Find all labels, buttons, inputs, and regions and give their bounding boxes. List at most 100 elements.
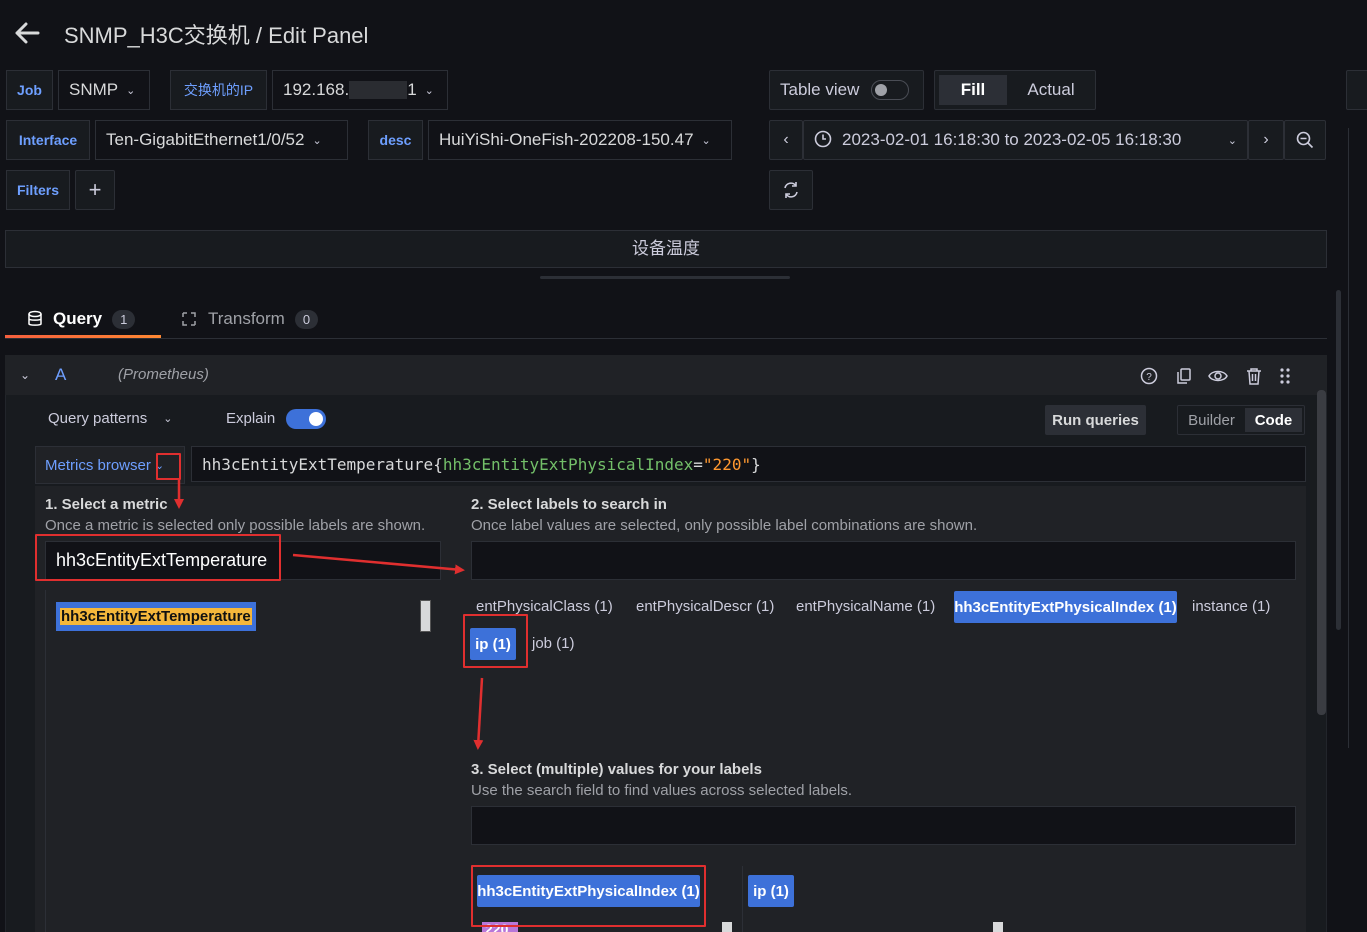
value-item[interactable]: 220 [482, 922, 518, 932]
chevron-down-icon: ⌄ [154, 459, 165, 472]
expr-metric: hh3cEntityExtTemperature [202, 454, 434, 474]
fill-actual-group: Fill Actual [934, 70, 1096, 110]
desc-variable-label: desc [368, 120, 423, 160]
chevron-down-icon: ⌄ [126, 84, 136, 97]
metric-list [45, 590, 441, 932]
code-button[interactable]: Code [1244, 408, 1302, 432]
interface-variable-select[interactable]: Ten-GigabitEthernet1/0/52 ⌄ [95, 120, 348, 160]
metric-search-input[interactable]: hh3cEntityExtTemperature [45, 541, 441, 580]
time-forward-button[interactable]: › [1248, 120, 1284, 160]
ip-variable-tail: 1 [407, 80, 417, 99]
duplicate-icon[interactable] [1173, 365, 1195, 387]
table-view-toggle[interactable]: Table view [769, 70, 924, 110]
ip-variable-label: 交换机的IP [170, 70, 267, 110]
label-search-input[interactable] [471, 541, 1296, 580]
step2-hint: Once label values are selected, only pos… [471, 517, 978, 534]
builder-code-toggle: Builder Code [1177, 405, 1305, 435]
expr-value: "220" [702, 454, 752, 474]
builder-button[interactable]: Builder [1180, 412, 1243, 429]
tab-transform-count: 0 [294, 309, 319, 329]
step1-title: 1. Select a metric [45, 496, 168, 513]
value-item-label: 220 [482, 922, 518, 932]
interface-variable-value: Ten-GigabitEthernet1/0/52 [106, 130, 305, 149]
fill-button[interactable]: Fill [939, 75, 1007, 105]
expr-label: hh3cEntityExtPhysicalIndex [442, 454, 694, 474]
refresh-icon [784, 182, 798, 198]
filters-label: Filters [6, 170, 70, 210]
metric-list-scrollbar[interactable] [420, 600, 431, 632]
help-icon[interactable]: ? [1138, 365, 1160, 387]
metrics-browser-button[interactable]: Metrics browser ⌄ [35, 446, 185, 484]
value-search-input[interactable] [471, 806, 1296, 845]
label-chip-instance[interactable]: instance (1) [1192, 598, 1270, 615]
query-ref-id[interactable]: A [55, 365, 66, 385]
time-range-picker[interactable]: 2023-02-01 16:18:30 to 2023-02-05 16:18:… [803, 120, 1248, 160]
label-chip-hh3centityextphysicalindex[interactable]: hh3cEntityExtPhysicalIndex (1) [954, 591, 1177, 623]
step3-hint: Use the search field to find values acro… [471, 782, 853, 799]
svg-text:?: ? [1146, 372, 1152, 383]
collapse-chevron-icon[interactable]: ⌄ [16, 365, 34, 385]
metric-list-item-label: hh3cEntityExtTemperature [60, 608, 252, 625]
plus-icon: + [88, 177, 102, 202]
chevron-down-icon: ⌄ [424, 84, 434, 97]
label-chip-entphysicalname[interactable]: entPhysicalName (1) [796, 598, 935, 615]
explain-toggle[interactable] [286, 409, 326, 429]
value-list-scrollbar[interactable] [722, 922, 732, 932]
ip-variable-select[interactable]: 192.168. 1 ⌄ [272, 70, 448, 110]
tabs-divider [5, 338, 1327, 339]
query-expression-input[interactable]: hh3cEntityExtTemperature{hh3cEntityExtPh… [191, 446, 1306, 482]
page-title: SNMP_H3C交换机 / Edit Panel [64, 23, 369, 48]
expr-eq: = [693, 454, 703, 474]
right-edge-button[interactable] [1346, 70, 1367, 110]
right-scrollbar-thumb[interactable] [1336, 290, 1341, 630]
eye-icon[interactable] [1207, 365, 1229, 387]
label-chip-entphysicaldescr[interactable]: entPhysicalDescr (1) [636, 598, 774, 615]
toggle-switch-off[interactable] [871, 80, 910, 100]
page-scrollbar-thumb[interactable] [1317, 390, 1326, 715]
job-variable-label: Job [6, 70, 53, 110]
label-chip-entphysicalclass[interactable]: entPhysicalClass (1) [476, 598, 613, 615]
step1-hint: Once a metric is selected only possible … [45, 517, 426, 534]
drag-handle-icon[interactable] [1276, 365, 1294, 387]
actual-button[interactable]: Actual [1011, 75, 1091, 105]
panel-title: 设备温度 [632, 239, 700, 258]
zoom-out-button[interactable] [1284, 120, 1326, 160]
transform-icon [182, 312, 196, 326]
time-range-text: 2023-02-01 16:18:30 to 2023-02-05 16:18:… [842, 130, 1182, 149]
label-chip-job[interactable]: job (1) [532, 635, 575, 652]
right-sidebar-edge [1348, 128, 1367, 748]
chevron-down-icon: ⌄ [1227, 134, 1237, 147]
label-chip-ip[interactable]: ip (1) [470, 628, 516, 660]
table-view-label: Table view [780, 80, 860, 99]
value-list-scrollbar-2[interactable] [993, 922, 1003, 932]
job-variable-select[interactable]: SNMP ⌄ [58, 70, 150, 110]
clock-icon [814, 130, 832, 151]
metric-search-value: hh3cEntityExtTemperature [56, 550, 268, 570]
value-group-divider [742, 866, 743, 932]
interface-variable-label: Interface [6, 120, 90, 160]
time-back-button[interactable]: ‹ [769, 120, 803, 160]
query-patterns-label: Query patterns [48, 410, 148, 427]
metric-list-item[interactable]: hh3cEntityExtTemperature [56, 602, 256, 631]
tab-query-label: Query [53, 309, 103, 328]
expr-brace-close: } [751, 454, 761, 474]
zoom-out-icon [1296, 131, 1314, 149]
ip-variable-value: 192.168. [283, 80, 350, 99]
tab-transform[interactable]: Transform 0 [180, 300, 340, 338]
resize-handle[interactable] [540, 276, 790, 279]
job-variable-value: SNMP [69, 80, 119, 99]
query-datasource: (Prometheus) [118, 366, 209, 383]
expr-brace-open: { [433, 454, 443, 474]
add-filter-button[interactable]: + [75, 170, 115, 210]
desc-variable-select[interactable]: HuiYiShi-OneFish-202208-150.47 ⌄ [428, 120, 732, 160]
value-group-hh3centityextphysicalindex: hh3cEntityExtPhysicalIndex (1) [477, 875, 700, 907]
tab-query[interactable]: Query 1 [5, 300, 161, 338]
trash-icon[interactable] [1243, 365, 1265, 387]
query-patterns-dropdown[interactable]: Query patterns ⌄ [48, 410, 172, 427]
refresh-button[interactable] [769, 170, 813, 210]
chevron-down-icon: ⌄ [701, 134, 711, 147]
metrics-browser-label: Metrics browser [45, 456, 151, 474]
back-arrow-icon[interactable] [12, 18, 42, 48]
run-queries-button[interactable]: Run queries [1045, 405, 1146, 435]
value-group-ip: ip (1) [748, 875, 794, 907]
